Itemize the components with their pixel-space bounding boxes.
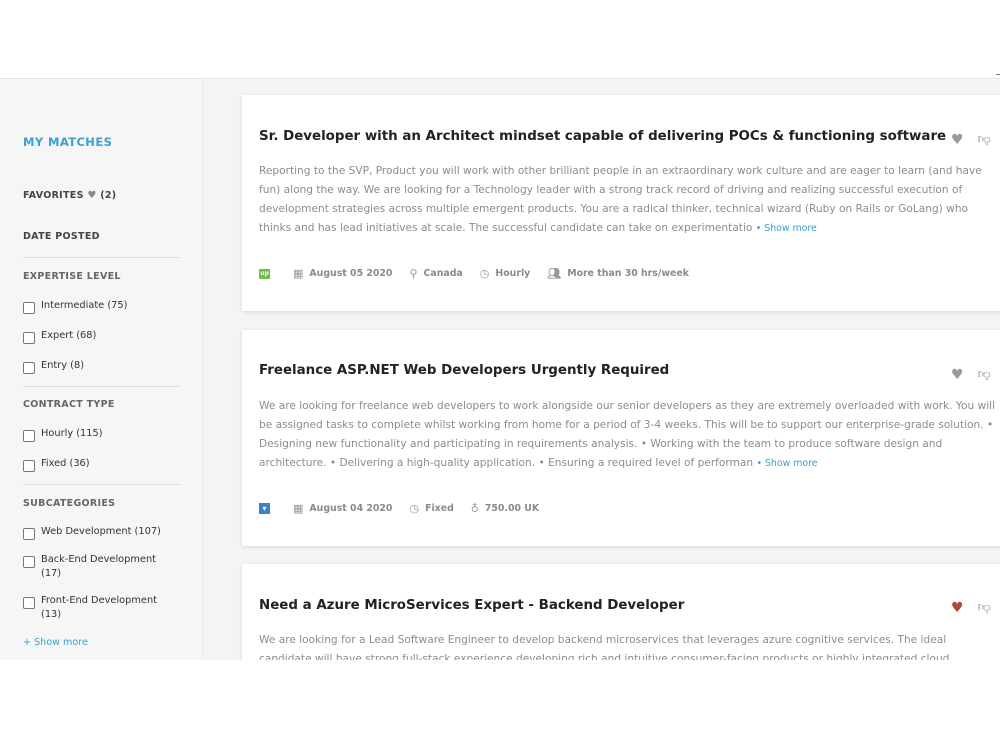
checkbox[interactable] (23, 362, 35, 374)
job-card[interactable]: Sr. Developer with an Architect mindset … (242, 95, 1000, 311)
contract-text: Hourly (495, 268, 531, 279)
upwork-logo-icon: up (259, 268, 270, 279)
top-bar (0, 0, 1000, 79)
job-date: ▦ August 04 2020 (293, 502, 392, 515)
date-text: August 05 2020 (309, 268, 393, 279)
source-logo-icon: ▾ (259, 503, 270, 514)
show-more-link[interactable]: • Show more (756, 458, 817, 469)
money-bag-icon: ♁ (470, 502, 479, 515)
job-actions: ♥ 👎︎ (951, 367, 991, 383)
option-label: Front-End Development (13) (41, 595, 157, 620)
checkbox[interactable] (23, 302, 35, 314)
thumbs-down-icon[interactable]: 👎︎ (978, 367, 991, 383)
job-budget: ♁ 750.00 UK (471, 502, 539, 515)
option-label: Intermediate (75) (41, 300, 128, 311)
date-text: August 04 2020 (309, 503, 393, 514)
users-icon: 👥︎ (547, 267, 562, 280)
job-contract: ◷ Hourly (480, 267, 531, 280)
contract-type-heading: CONTRACT TYPE (23, 399, 115, 410)
thumbs-down-icon[interactable]: 👎︎ (978, 132, 991, 148)
job-meta: ▾ ▦ August 04 2020 ◷ Fixed ♁ 750.00 UK (259, 502, 556, 515)
option-label: Fixed (36) (41, 458, 90, 469)
contract-option-hourly[interactable]: Hourly (115) (23, 428, 183, 442)
job-location: ⚲ Canada (409, 267, 462, 280)
job-card[interactable]: Need a Azure MicroServices Expert - Back… (242, 564, 1000, 660)
divider (23, 257, 180, 258)
subcategories-heading: SUBCATEGORIES (23, 498, 116, 509)
divider (23, 484, 180, 485)
show-more-link[interactable]: • Show more (756, 223, 817, 234)
expertise-option-entry[interactable]: Entry (8) (23, 360, 183, 374)
favorites-filter[interactable]: FAVORITES ♥ (2) (23, 190, 116, 201)
subcategories-show-more-link[interactable]: + Show more (23, 637, 88, 648)
job-description: We are looking for a Lead Software Engin… (259, 631, 1000, 660)
description-text: We are looking for a Lead Software Engin… (259, 634, 950, 660)
filters-sidebar: MY MATCHES FAVORITES ♥ (2) DATE POSTED E… (0, 79, 203, 660)
expertise-option-intermediate[interactable]: Intermediate (75) (23, 300, 183, 314)
job-card[interactable]: Freelance ASP.NET Web Developers Urgentl… (242, 330, 1000, 546)
description-text: Reporting to the SVP, Product you will w… (259, 165, 982, 234)
favorites-count: (2) (100, 190, 117, 201)
job-title[interactable]: Freelance ASP.NET Web Developers Urgentl… (259, 363, 669, 378)
heart-icon[interactable]: ♥ (951, 600, 964, 616)
subcategory-option-web-development[interactable]: Web Development (107) (23, 526, 183, 540)
checkbox[interactable] (23, 332, 35, 344)
option-label: Back-End Development (17) (41, 554, 157, 579)
calendar-icon: ▦ (293, 502, 304, 515)
heart-icon: ♥ (87, 190, 97, 201)
job-actions: ♥ 👎︎ (951, 132, 991, 148)
divider (23, 386, 180, 387)
job-meta: up ▦ August 05 2020 ⚲ Canada ◷ Hourly 👥︎ Mor… (259, 267, 706, 280)
option-label: Entry (8) (41, 360, 85, 371)
checkbox[interactable] (23, 597, 35, 609)
job-description: We are looking for freelance web develop… (259, 397, 1000, 473)
job-title[interactable]: Sr. Developer with an Architect mindset … (259, 129, 946, 144)
job-date: ▦ August 05 2020 (293, 267, 392, 280)
checkbox[interactable] (23, 430, 35, 442)
option-label: Hourly (115) (41, 428, 103, 439)
calendar-icon: ▦ (293, 267, 304, 280)
checkbox[interactable] (23, 556, 35, 568)
thumbs-down-icon[interactable]: 👎︎ (978, 600, 991, 616)
expertise-option-expert[interactable]: Expert (68) (23, 330, 183, 344)
budget-text: 750.00 UK (484, 503, 540, 514)
my-matches-title[interactable]: MY MATCHES (23, 135, 112, 149)
job-actions: ♥ 👎︎ (951, 600, 991, 616)
map-pin-icon: ⚲ (409, 267, 418, 280)
date-posted-filter[interactable]: DATE POSTED (23, 231, 100, 242)
clock-icon: ◷ (479, 267, 490, 280)
favorites-label: FAVORITES (23, 190, 84, 201)
scroll-tick (996, 74, 1000, 75)
checkbox[interactable] (23, 460, 35, 472)
subcategory-option-back-end-development[interactable]: Back-End Development (17) (23, 554, 183, 581)
job-workload: 👥︎ More than 30 hrs/week (547, 267, 689, 280)
clock-icon: ◷ (409, 502, 420, 515)
contract-option-fixed[interactable]: Fixed (36) (23, 458, 183, 472)
checkbox[interactable] (23, 528, 35, 540)
expertise-level-heading: EXPERTISE LEVEL (23, 271, 121, 282)
subcategory-option-front-end-development[interactable]: Front-End Development (13) (23, 595, 183, 622)
job-contract: ◷ Fixed (409, 502, 453, 515)
app-window: MY MATCHES FAVORITES ♥ (2) DATE POSTED E… (0, 0, 1000, 660)
contract-text: Fixed (425, 503, 454, 514)
location-text: Canada (423, 268, 463, 279)
option-label: Expert (68) (41, 330, 97, 341)
workload-text: More than 30 hrs/week (567, 268, 689, 279)
heart-icon[interactable]: ♥ (951, 367, 964, 383)
heart-icon[interactable]: ♥ (951, 132, 964, 148)
job-description: Reporting to the SVP, Product you will w… (259, 162, 1000, 238)
job-title[interactable]: Need a Azure MicroServices Expert - Back… (259, 598, 684, 613)
option-label: Web Development (107) (41, 526, 161, 537)
description-text: We are looking for freelance web develop… (259, 400, 996, 469)
